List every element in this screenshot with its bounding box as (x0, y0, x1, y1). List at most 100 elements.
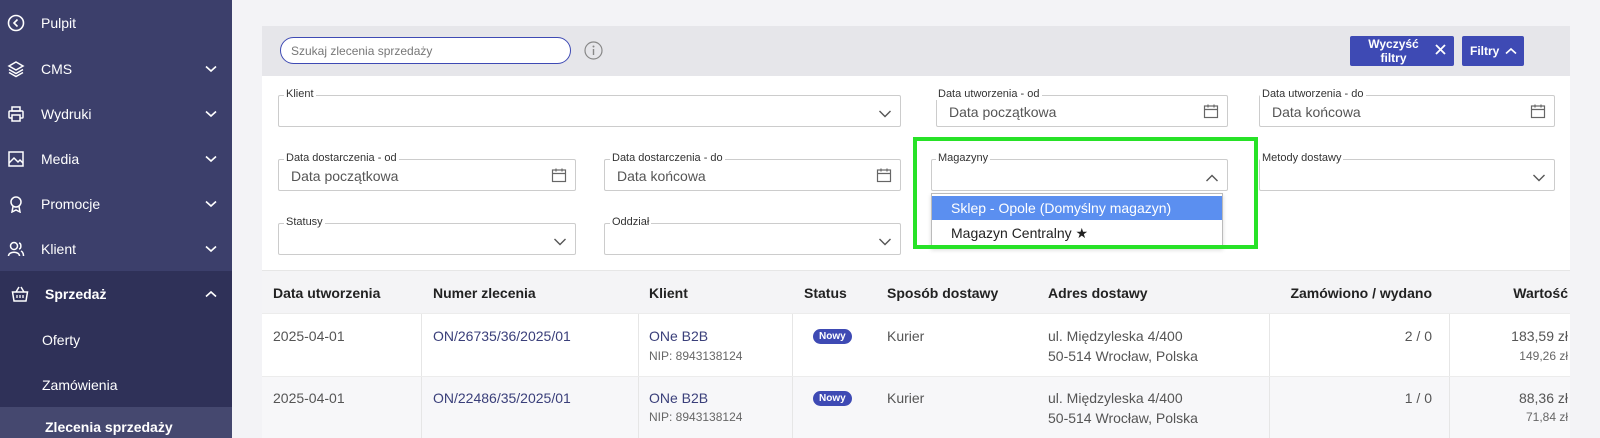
delivery-to-label: Data dostarczenia - do (610, 152, 725, 164)
row-nip: NIP: 8943138124 (649, 410, 743, 424)
calendar-icon (1203, 103, 1219, 119)
row-shipping: Kurier (887, 390, 925, 406)
row-quantity: 2 / 0 (1404, 328, 1432, 344)
filters-label: Filtry (1470, 44, 1500, 58)
column-divider (792, 377, 793, 438)
column-divider (1449, 314, 1450, 376)
column-divider (421, 314, 422, 376)
row-quantity: 1 / 0 (1404, 390, 1432, 406)
delivery-to-placeholder: Data końcowa (617, 168, 706, 184)
row-number[interactable]: ON/26735/36/2025/01 (433, 328, 571, 344)
chevron-down-icon (878, 234, 892, 248)
created-to-label: Data utworzenia - do (1260, 88, 1366, 100)
row-value: 183,59 zł (1511, 328, 1568, 344)
toolbar: Wyczyść filtry Filtry (262, 26, 1570, 76)
status-badge: Nowy (813, 329, 852, 344)
calendar-icon (551, 167, 567, 183)
created-from-placeholder: Data początkowa (949, 104, 1057, 120)
chevron-down-icon (204, 197, 218, 211)
sidebar-item-label: Klient (41, 241, 77, 257)
sidebar-subitem-zlecenia-sprzedazy[interactable]: Zlecenia sprzedaży (0, 407, 232, 438)
column-divider (792, 314, 793, 376)
column-divider (638, 314, 639, 376)
sidebar-item-label: Promocje (41, 196, 101, 212)
client-label: Klient (284, 88, 316, 100)
sidebar-subitem-oferty[interactable]: Oferty (0, 317, 232, 363)
delivery-from-label: Data dostarczenia - od (284, 152, 399, 164)
delivery-from-placeholder: Data początkowa (291, 168, 399, 184)
sidebar-subitem-label: Oferty (42, 332, 81, 348)
sidebar-item-label: Sprzedaż (45, 286, 107, 302)
filters-toggle-button[interactable]: Filtry (1462, 36, 1524, 66)
row-client[interactable]: ONe B2B (649, 328, 708, 344)
column-divider (1269, 314, 1270, 376)
sidebar-item-sprzedaz[interactable]: Sprzedaż (0, 271, 232, 317)
calendar-icon (876, 167, 892, 183)
column-header[interactable]: Sposób dostawy (887, 285, 998, 301)
created-to-placeholder: Data końcowa (1272, 104, 1361, 120)
row-number[interactable]: ON/22486/35/2025/01 (433, 390, 571, 406)
chevron-down-icon (204, 107, 218, 121)
chevron-up-icon (1505, 44, 1517, 58)
users-icon (6, 239, 26, 259)
status-badge: Nowy (813, 391, 852, 406)
row-address-line1: ul. Międzyleska 4/400 (1048, 328, 1183, 344)
sidebar-item-media[interactable]: Media (0, 136, 232, 182)
delivery-methods-label: Metody dostawy (1260, 152, 1344, 164)
calendar-icon (1530, 103, 1546, 119)
chevron-down-icon (553, 234, 567, 248)
info-icon[interactable] (584, 41, 603, 60)
row-date: 2025-04-01 (273, 390, 345, 406)
row-shipping: Kurier (887, 328, 925, 344)
chevron-down-icon (1532, 170, 1546, 184)
branch-label: Oddział (610, 216, 652, 228)
column-divider (1269, 377, 1270, 438)
basket-icon (10, 284, 30, 304)
created-from-label: Data utworzenia - od (936, 88, 1042, 100)
column-header[interactable]: Klient (649, 285, 688, 301)
sidebar-subitem-zamowienia[interactable]: Zamówienia (0, 362, 232, 408)
column-divider (638, 377, 639, 438)
table-row[interactable]: 2025-04-01 ON/22486/35/2025/01 ONe B2B N… (262, 376, 1570, 438)
row-value-net: 149,26 zł (1519, 349, 1568, 363)
chevron-down-icon (204, 62, 218, 76)
layers-icon (6, 59, 26, 79)
table-row[interactable]: 2025-04-01 ON/26735/36/2025/01 ONe B2B N… (262, 313, 1570, 376)
sidebar-item-label: Pulpit (41, 15, 77, 31)
column-divider (421, 377, 422, 438)
image-icon (6, 149, 26, 169)
column-header[interactable]: Data utworzenia (273, 285, 380, 301)
clear-filters-button[interactable]: Wyczyść filtry (1350, 36, 1454, 66)
close-icon (1435, 44, 1446, 58)
chevron-down-icon (204, 152, 218, 166)
chevron-down-icon (878, 106, 892, 120)
sidebar-item-pulpit[interactable]: Pulpit (0, 0, 232, 46)
row-date: 2025-04-01 (273, 328, 345, 344)
chevron-down-icon (204, 242, 218, 256)
row-client[interactable]: ONe B2B (649, 390, 708, 406)
sidebar-item-wydruki[interactable]: Wydruki (0, 91, 232, 137)
table-header: Data utworzenia Numer zlecenia Klient St… (262, 270, 1570, 313)
highlight-frame (913, 137, 1258, 249)
column-header[interactable]: Adres dostawy (1048, 285, 1148, 301)
sidebar-item-promocje[interactable]: Promocje (0, 181, 232, 227)
sidebar-item-label: Wydruki (41, 106, 92, 122)
statuses-label: Statusy (284, 216, 325, 228)
row-nip: NIP: 8943138124 (649, 349, 743, 363)
award-icon (6, 194, 26, 214)
sidebar-item-cms[interactable]: CMS (0, 46, 232, 92)
column-header[interactable]: Wartość (1513, 285, 1568, 301)
row-value: 88,36 zł (1518, 390, 1568, 406)
row-address-line2: 50-514 Wrocław, Polska (1048, 348, 1198, 364)
search-input[interactable] (280, 37, 571, 64)
column-header[interactable]: Numer zlecenia (433, 285, 536, 301)
client-select[interactable] (278, 95, 901, 127)
sidebar-item-klient[interactable]: Klient (0, 226, 232, 272)
column-header[interactable]: Status (804, 285, 847, 301)
sidebar-subitem-label: Zlecenia sprzedaży (45, 419, 173, 435)
row-value-net: 71,84 zł (1525, 410, 1568, 424)
column-header[interactable]: Zamówiono / wydano (1290, 285, 1432, 301)
row-address-line1: ul. Międzyleska 4/400 (1048, 390, 1183, 406)
sidebar-item-label: Media (41, 151, 80, 167)
column-divider (1449, 377, 1450, 438)
